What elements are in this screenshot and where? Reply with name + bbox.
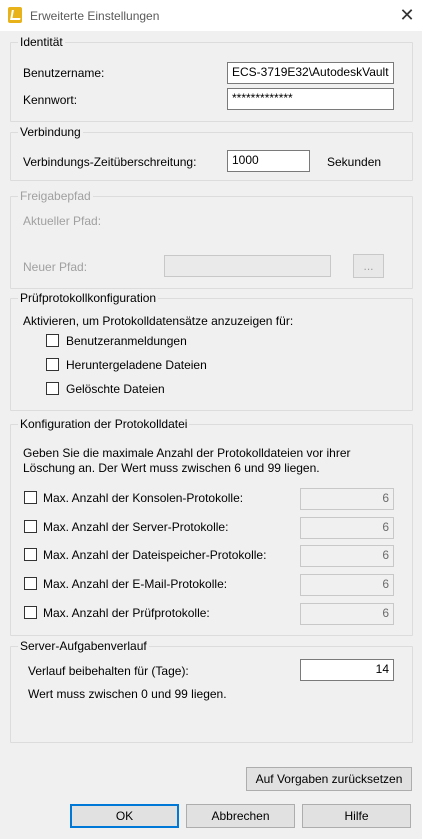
timeout-field[interactable]: 1000	[227, 150, 310, 172]
checkbox-deleted-files-label: Gelöschte Dateien	[66, 382, 165, 396]
audit-legend: Prüfprotokollkonfiguration	[18, 291, 159, 305]
logfile-description-line2: Löschung an. Der Wert muss zwischen 6 un…	[23, 461, 320, 475]
current-path-label: Aktueller Pfad:	[23, 214, 102, 228]
checkbox-user-logins[interactable]	[46, 334, 59, 347]
share-path-legend: Freigabepfad	[18, 189, 93, 203]
keep-history-label: Verlauf beibehalten für (Tage):	[28, 664, 189, 678]
audit-description: Aktivieren, um Protokolldatensätze anzuz…	[23, 314, 294, 328]
server-tasks-legend: Server-Aufgabenverlauf	[18, 639, 149, 653]
checkbox-downloaded-files[interactable]	[46, 358, 59, 371]
help-button[interactable]: Hilfe	[302, 804, 411, 828]
audit-logs-label: Max. Anzahl der Prüfprotokolle:	[43, 606, 210, 620]
checkbox-user-logins-label: Benutzeranmeldungen	[66, 334, 187, 348]
connection-legend: Verbindung	[18, 125, 83, 139]
username-field[interactable]: ECS-3719E32\AutodeskVault	[227, 62, 394, 84]
console-logs-field[interactable]: 6	[300, 488, 394, 510]
new-path-label: Neuer Pfad:	[23, 260, 88, 274]
filestore-logs-label: Max. Anzahl der Dateispeicher-Protokolle…	[43, 548, 267, 562]
logfile-legend: Konfiguration der Protokolldatei	[18, 417, 190, 431]
checkbox-deleted-files[interactable]	[46, 382, 59, 395]
new-path-field[interactable]	[164, 255, 331, 277]
checkbox-audit-logs[interactable]	[24, 606, 37, 619]
username-label: Benutzername:	[23, 66, 105, 80]
server-logs-label: Max. Anzahl der Server-Protokolle:	[43, 520, 229, 534]
reset-defaults-button[interactable]: Auf Vorgaben zurücksetzen	[246, 767, 412, 791]
email-logs-label: Max. Anzahl der E-Mail-Protokolle:	[43, 577, 228, 591]
email-logs-field[interactable]: 6	[300, 574, 394, 596]
password-label: Kennwort:	[23, 93, 78, 107]
server-logs-field[interactable]: 6	[300, 517, 394, 539]
filestore-logs-field[interactable]: 6	[300, 545, 394, 567]
ok-button[interactable]: OK	[70, 804, 179, 828]
password-field[interactable]: *************	[227, 88, 394, 110]
checkbox-downloaded-files-label: Heruntergeladene Dateien	[66, 358, 207, 372]
timeout-label: Verbindungs-Zeitüberschreitung:	[23, 155, 197, 169]
browse-button[interactable]: ...	[353, 254, 384, 278]
checkbox-console-logs[interactable]	[24, 491, 37, 504]
logfile-description-line1: Geben Sie die maximale Anzahl der Protok…	[23, 446, 351, 460]
window-title: Erweiterte Einstellungen	[30, 9, 160, 23]
vault-app-icon	[8, 7, 22, 23]
audit-logs-field[interactable]: 6	[300, 603, 394, 625]
keep-history-field[interactable]: 14	[300, 659, 394, 681]
checkbox-server-logs[interactable]	[24, 520, 37, 533]
close-icon[interactable]: ✕	[396, 4, 418, 26]
checkbox-filestore-logs[interactable]	[24, 548, 37, 561]
console-logs-label: Max. Anzahl der Konsolen-Protokolle:	[43, 491, 244, 505]
keep-history-hint: Wert muss zwischen 0 und 99 liegen.	[28, 687, 227, 701]
cancel-button[interactable]: Abbrechen	[186, 804, 295, 828]
checkbox-email-logs[interactable]	[24, 577, 37, 590]
identity-legend: Identität	[18, 35, 65, 49]
timeout-unit: Sekunden	[327, 155, 382, 169]
